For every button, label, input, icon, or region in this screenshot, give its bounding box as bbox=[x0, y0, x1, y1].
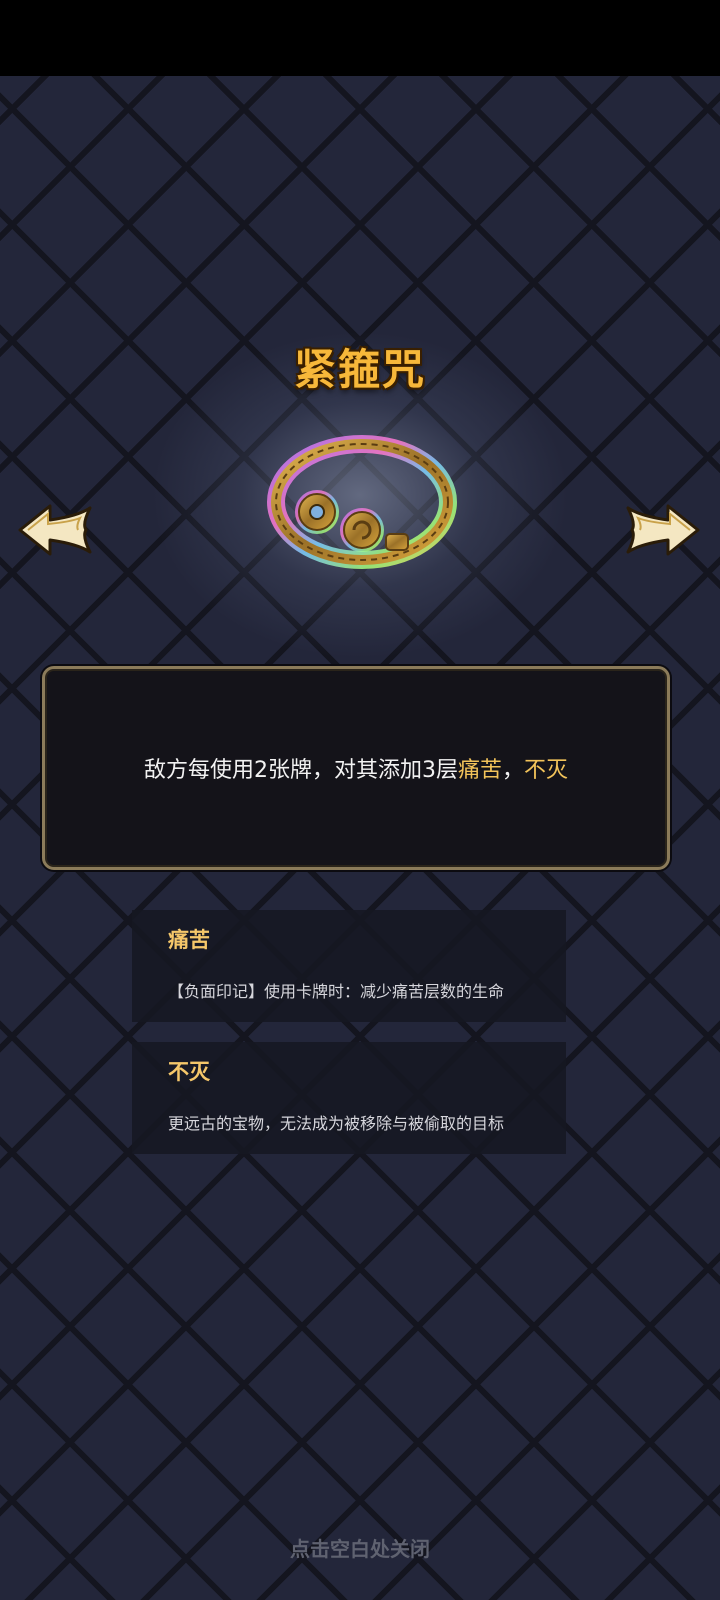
keyword-pain: 痛苦 bbox=[457, 758, 502, 783]
tooltip-text: 更远古的宝物，无法成为被移除与被偷取的目标 bbox=[168, 1114, 505, 1133]
keyword-tooltip-pain: 痛苦 【负面印记】使用卡牌时：减少痛苦层数的生命 bbox=[132, 910, 566, 1022]
description-text: 敌方每使用2张牌，对其添加3层 痛苦，不灭 bbox=[45, 669, 667, 867]
keyword-tooltip-immortal: 不灭 更远古的宝物，无法成为被移除与被偷取的目标 bbox=[132, 1042, 566, 1154]
tooltip-title: 不灭 bbox=[168, 1060, 210, 1084]
arrow-right-icon[interactable] bbox=[622, 500, 702, 560]
description-separator: ， bbox=[501, 758, 524, 783]
arrow-left-icon[interactable] bbox=[16, 500, 96, 560]
tooltip-text: 【负面印记】使用卡牌时：减少痛苦层数的生命 bbox=[168, 982, 505, 1001]
keyword-immortal: 不灭 bbox=[524, 758, 569, 783]
golden-headband-icon bbox=[267, 435, 457, 569]
description-panel: 敌方每使用2张牌，对其添加3层 痛苦，不灭 bbox=[42, 666, 670, 870]
status-bar bbox=[0, 0, 720, 76]
close-hint: 点击空白处关闭 bbox=[290, 1537, 430, 1561]
description-prefix: 敌方每使用2张牌，对其添加3层 bbox=[143, 758, 458, 783]
tooltip-title: 痛苦 bbox=[168, 928, 210, 952]
item-title: 紧箍咒 bbox=[293, 345, 426, 394]
